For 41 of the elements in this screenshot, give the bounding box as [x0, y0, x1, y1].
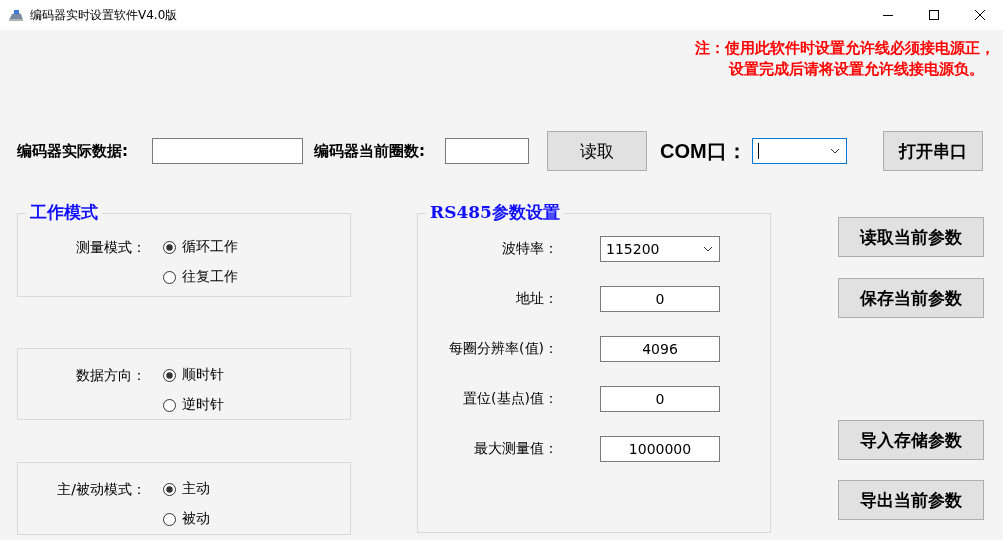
close-icon[interactable] [975, 10, 985, 20]
read-button[interactable]: 读取 [547, 131, 647, 171]
radio-option[interactable]: 循环工作 [163, 232, 350, 262]
param-field[interactable]: 1000000 [600, 436, 720, 462]
group-title: RS485参数设置 [426, 202, 564, 222]
radio-option[interactable]: 逆时针 [163, 390, 350, 420]
action-button[interactable]: 读取当前参数 [838, 217, 984, 257]
actual-data-field[interactable] [152, 138, 303, 164]
warning-note: 设置完成后请将设置允许线接电源负。 [727, 59, 985, 80]
group-title: 工作模式 [26, 202, 102, 222]
radio-option[interactable]: 顺时针 [163, 360, 350, 390]
warning-note: 注：使用此软件时设置允许线必须接电源正， [695, 38, 995, 59]
option-label: 主/被动模式： [56, 480, 146, 499]
radio-option[interactable]: 主动 [163, 474, 350, 504]
option-label: 测量模式： [75, 238, 146, 257]
action-button[interactable]: 保存当前参数 [838, 278, 984, 318]
window-title: 编码器实时设置软件V4.0版 [30, 6, 179, 24]
field-label: 编码器当前圈数: [314, 141, 426, 161]
param-field[interactable]: 0 [600, 386, 720, 412]
chevron-down-icon [703, 246, 713, 252]
action-button[interactable]: 导出当前参数 [838, 480, 984, 520]
param-label: 地址： [515, 290, 558, 308]
field-label: 编码器实际数据: [17, 141, 129, 161]
chevron-down-icon [830, 148, 840, 154]
param-label: 波特率： [501, 240, 558, 258]
baud-rate-dropdown[interactable]: 115200 [600, 236, 720, 262]
radio-option[interactable]: 往复工作 [163, 262, 350, 292]
param-label: 每圈分辨率(值)： [448, 340, 558, 358]
open-port-button[interactable]: 打开串口 [883, 131, 983, 171]
maximize-icon[interactable] [929, 10, 939, 20]
param-field[interactable]: 4096 [600, 336, 720, 362]
com-port-dropdown[interactable] [752, 138, 847, 164]
turns-field[interactable] [445, 138, 529, 164]
option-label: 数据方向： [75, 366, 146, 385]
app-icon [8, 9, 24, 21]
com-port-label: COM口： [660, 138, 748, 164]
radio-option[interactable]: 被动 [163, 504, 350, 534]
param-label: 最大测量值： [473, 440, 558, 458]
param-label: 置位(基点)值： [462, 390, 558, 408]
action-button[interactable]: 导入存储参数 [838, 420, 984, 460]
param-field[interactable]: 0 [600, 286, 720, 312]
